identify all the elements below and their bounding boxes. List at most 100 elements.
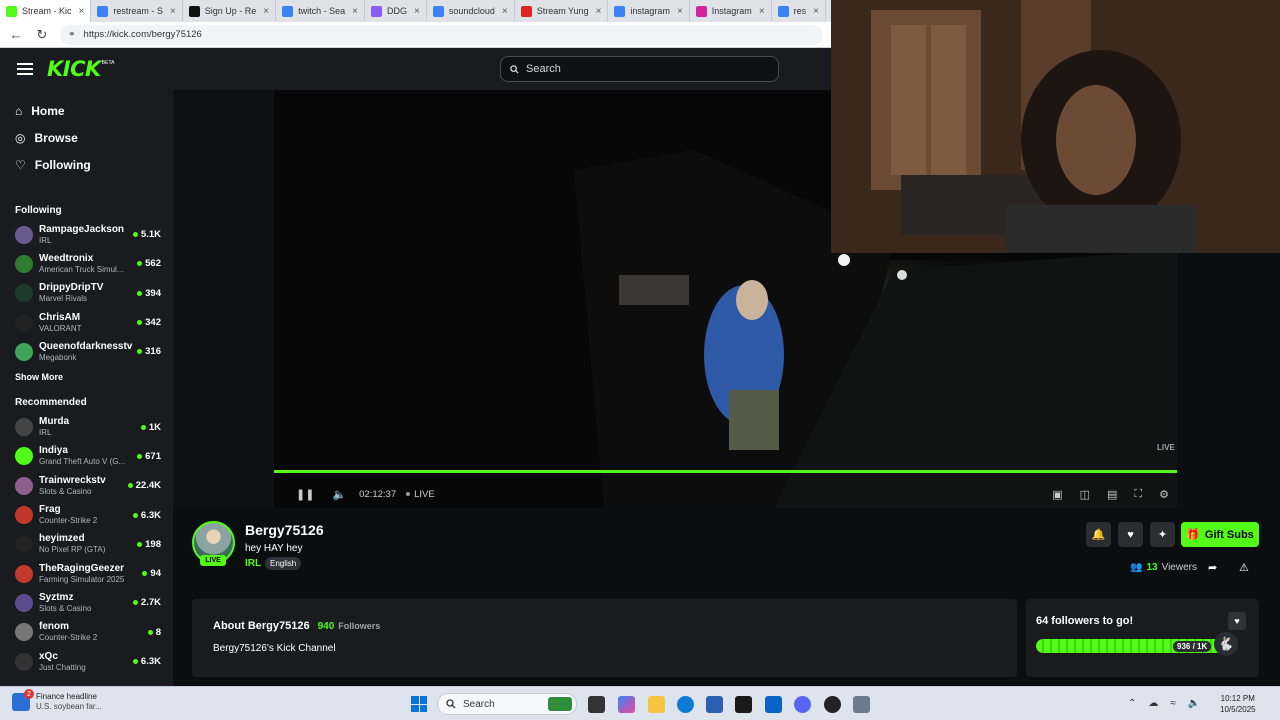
show-more-button[interactable]: Show More: [0, 366, 173, 388]
video-progress-bar[interactable]: [274, 470, 1177, 473]
windows-start-icon[interactable]: [411, 696, 427, 712]
goal-follow-button[interactable]: ♥: [1228, 612, 1246, 630]
sparkle-button[interactable]: ✦: [1150, 522, 1175, 547]
taskbar-clock[interactable]: 10:12 PM 10/5/2025: [1220, 693, 1256, 715]
channel-viewers: 562: [137, 258, 161, 269]
tab-label: soundcloud: [448, 6, 495, 16]
url-field[interactable]: ⚭ https://kick.com/bergy75126: [60, 24, 823, 45]
tab-close-icon[interactable]: ×: [596, 6, 602, 17]
store-icon[interactable]: [706, 696, 723, 713]
clip-icon[interactable]: ◫: [1080, 488, 1090, 501]
channel-name: Frag: [39, 504, 61, 516]
compass-icon: ◎: [15, 130, 26, 145]
sidebar-nav-home[interactable]: ⌂ Home: [0, 97, 173, 124]
report-icon[interactable]: ⚠: [1239, 561, 1249, 574]
tab-close-icon[interactable]: ×: [79, 6, 85, 17]
browser-tab[interactable]: Stream - Kic ×: [0, 0, 92, 22]
task-view-icon[interactable]: [588, 696, 605, 713]
notification-bell-button[interactable]: 🔔: [1086, 522, 1111, 547]
kick-logo[interactable]: KICK: [47, 57, 101, 81]
sidebar-channel[interactable]: TheRagingGeezer Farming Simulator 2025 94: [0, 559, 173, 588]
live-indicator[interactable]: LIVE: [406, 489, 435, 500]
gift-subs-button[interactable]: 🎁 Gift Subs: [1181, 522, 1259, 547]
chevron-up-icon[interactable]: ⌃: [1128, 698, 1136, 709]
share-icon[interactable]: ➦: [1208, 561, 1217, 574]
sidebar-channel[interactable]: heyimzed No Pixel RP (GTA) 198: [0, 530, 173, 559]
browser-tab[interactable]: res ×: [772, 0, 827, 22]
settings-icon[interactable]: ⚙: [1159, 488, 1169, 501]
browser-tab[interactable]: instagram ×: [608, 0, 690, 22]
tab-close-icon[interactable]: ×: [677, 6, 683, 17]
fullscreen-icon[interactable]: ⛶: [1134, 488, 1142, 501]
tab-close-icon[interactable]: ×: [813, 6, 819, 17]
sidebar-channel[interactable]: Syztmz Slots & Casino 2.7K: [0, 588, 173, 617]
stream-title: hey HAY hey: [245, 543, 303, 554]
sidebar-nav-browse[interactable]: ◎ Browse: [0, 124, 173, 151]
language-tag[interactable]: English: [265, 557, 302, 570]
back-icon[interactable]: ←: [8, 27, 24, 43]
browser-address-bar: ← ↻ ⚭ https://kick.com/bergy75126: [0, 22, 831, 48]
browser-tab[interactable]: Sign Up - Re ×: [183, 0, 277, 22]
obs-icon[interactable]: [824, 696, 841, 713]
sidebar-channel[interactable]: fenom Counter-Strike 2 8: [0, 618, 173, 647]
taskbar-search[interactable]: Search: [437, 693, 577, 715]
channel-avatar: [15, 225, 33, 244]
browser-tab[interactable]: DDG ×: [365, 0, 427, 22]
channel-avatar: [15, 623, 33, 642]
sidebar-channel[interactable]: Trainwreckstv Slots & Casino 22.4K: [0, 471, 173, 500]
copilot-icon[interactable]: [618, 696, 635, 713]
browser-tab[interactable]: Stream Yung ×: [515, 0, 609, 22]
sidebar-channel[interactable]: Indiya Grand Theft Auto V (G... 671: [0, 442, 173, 471]
sidebar-channel[interactable]: Queenofdarknesstv Megabonk 316: [0, 337, 173, 366]
browser-tab[interactable]: Instagram ×: [690, 0, 772, 22]
channel-avatar: [15, 593, 33, 612]
file-explorer-icon[interactable]: [648, 696, 665, 713]
stream-category[interactable]: IRL: [245, 558, 261, 569]
volume-icon[interactable]: 🔈: [332, 488, 346, 501]
speaker-icon[interactable]: 🔈: [1188, 698, 1200, 709]
tab-favicon-icon: [520, 5, 532, 17]
settings-app-icon[interactable]: [853, 696, 870, 713]
sidebar-channel[interactable]: xQc Just Chatting 6.3K: [0, 647, 173, 676]
theater-mode-icon[interactable]: ▤: [1107, 488, 1117, 501]
tab-favicon-icon: [188, 5, 200, 17]
browser-tab[interactable]: twitch - Sea ×: [276, 0, 365, 22]
search-input[interactable]: Search: [500, 56, 779, 82]
browser-tab[interactable]: restream - S ×: [91, 0, 183, 22]
sidebar-channel[interactable]: ChrisAM VALORANT 342: [0, 308, 173, 337]
tab-close-icon[interactable]: ×: [759, 6, 765, 17]
tab-close-icon[interactable]: ×: [263, 6, 269, 17]
channel-viewers: 394: [137, 288, 161, 299]
sidebar-channel[interactable]: Frag Counter-Strike 2 6.3K: [0, 500, 173, 529]
channel-avatar: [15, 313, 33, 332]
news-widget[interactable]: 2 Finance headline U.S. soybean far...: [12, 689, 102, 712]
sidebar-channel[interactable]: RampageJackson IRL 5.1K: [0, 220, 173, 249]
dropbox-icon[interactable]: [735, 696, 752, 713]
miniplayer-icon[interactable]: ▣: [1052, 488, 1062, 501]
goal-title: 64 followers to go!: [1036, 615, 1134, 627]
sidebar-channel[interactable]: Weedtronix American Truck Simul... 562: [0, 249, 173, 278]
browser-tab[interactable]: soundcloud ×: [427, 0, 515, 22]
edge-browser-icon[interactable]: [677, 696, 694, 713]
menu-icon[interactable]: [17, 63, 33, 75]
cloud-icon[interactable]: ☁: [1148, 698, 1158, 709]
discord-icon[interactable]: [794, 696, 811, 713]
outlook-icon[interactable]: [765, 696, 782, 713]
search-icon: [510, 64, 519, 74]
reload-icon[interactable]: ↻: [34, 27, 50, 43]
tab-close-icon[interactable]: ×: [502, 6, 508, 17]
viewer-count: 6.3K: [140, 509, 161, 521]
sidebar-nav-following[interactable]: ♡ Following: [0, 151, 173, 178]
tab-close-icon[interactable]: ×: [352, 6, 358, 17]
gift-subs-label: Gift Subs: [1204, 528, 1254, 541]
wifi-icon[interactable]: ≈: [1170, 698, 1176, 709]
tab-close-icon[interactable]: ×: [414, 6, 420, 17]
tab-close-icon[interactable]: ×: [170, 6, 176, 17]
live-dot-icon: [137, 261, 143, 267]
pause-icon[interactable]: ❚❚: [296, 488, 314, 501]
streamer-name[interactable]: Bergy75126: [245, 522, 324, 538]
follow-button[interactable]: ♥: [1118, 522, 1143, 547]
sidebar-channel[interactable]: Murda IRL 1K: [0, 412, 173, 441]
sidebar-channel[interactable]: DrippyDripTV Marvel Rivals 394: [0, 279, 173, 308]
channel-category: IRL: [39, 235, 52, 245]
